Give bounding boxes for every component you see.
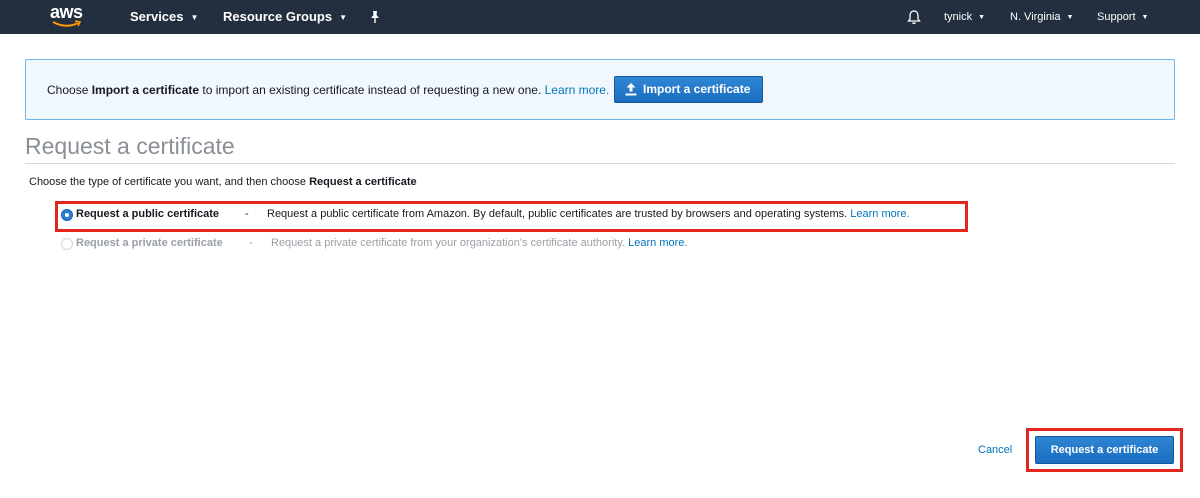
support-label: Support (1097, 11, 1136, 23)
private-certificate-description: Request a private certificate from your … (271, 237, 687, 249)
banner-text-before: Choose (47, 83, 92, 97)
user-name: tynick (944, 11, 973, 23)
region-name: N. Virginia (1010, 11, 1061, 23)
private-certificate-description-text: Request a private certificate from your … (271, 237, 626, 249)
instructions-text-before: Choose the type of certificate you want,… (29, 176, 310, 188)
cancel-link[interactable]: Cancel (978, 444, 1012, 456)
caret-down-icon: ▼ (1141, 14, 1149, 21)
aws-smile-icon (52, 20, 82, 27)
resource-groups-menu[interactable]: Resource Groups ▼ (223, 0, 347, 34)
banner-text-bold: Import a certificate (91, 83, 200, 97)
caret-down-icon: ▼ (339, 13, 348, 22)
pin-icon[interactable] (369, 10, 381, 24)
import-info-banner: Choose Import a certificate to import an… (25, 59, 1175, 120)
public-certificate-description-text: Request a public certificate from Amazon… (267, 208, 848, 220)
region-menu[interactable]: N. Virginia ▼ (1010, 0, 1073, 34)
instructions-text-bold: Request a certificate (309, 176, 417, 188)
banner-text-after: to import an existing certificate instea… (199, 83, 545, 97)
bell-icon[interactable] (907, 9, 921, 25)
private-certificate-dash: - (249, 237, 253, 249)
page-title: Request a certificate (25, 133, 235, 159)
title-divider (25, 163, 1175, 164)
banner-message: Choose Import a certificate to import an… (47, 83, 609, 97)
caret-down-icon: ▼ (978, 14, 986, 21)
top-navigation-bar: aws Services ▼ Resource Groups ▼ tynick ▼ N… (0, 0, 1200, 34)
private-certificate-learn-more-link[interactable]: Learn more. (628, 237, 687, 249)
caret-down-icon: ▼ (190, 13, 199, 22)
import-certificate-button[interactable]: Import a certificate (614, 76, 763, 103)
banner-learn-more-link[interactable]: Learn more. (545, 83, 610, 97)
support-menu[interactable]: Support ▼ (1097, 0, 1148, 34)
instructions-text: Choose the type of certificate you want,… (29, 176, 417, 188)
user-menu[interactable]: tynick ▼ (944, 0, 985, 34)
import-certificate-button-label: Import a certificate (643, 82, 751, 96)
aws-logo[interactable]: aws (50, 2, 86, 30)
public-certificate-radio[interactable] (61, 209, 73, 221)
request-certificate-button[interactable]: Request a certificate (1035, 436, 1174, 464)
services-menu[interactable]: Services ▼ (130, 0, 198, 34)
upload-icon (625, 83, 637, 96)
services-label: Services (130, 9, 184, 24)
private-certificate-radio[interactable] (61, 238, 73, 250)
private-certificate-label[interactable]: Request a private certificate (76, 237, 223, 249)
public-certificate-description: Request a public certificate from Amazon… (267, 208, 910, 220)
resource-groups-label: Resource Groups (223, 9, 333, 24)
public-certificate-learn-more-link[interactable]: Learn more. (850, 208, 909, 220)
public-certificate-label[interactable]: Request a public certificate (76, 208, 219, 220)
public-certificate-dash: - (245, 208, 249, 220)
caret-down-icon: ▼ (1066, 14, 1074, 21)
